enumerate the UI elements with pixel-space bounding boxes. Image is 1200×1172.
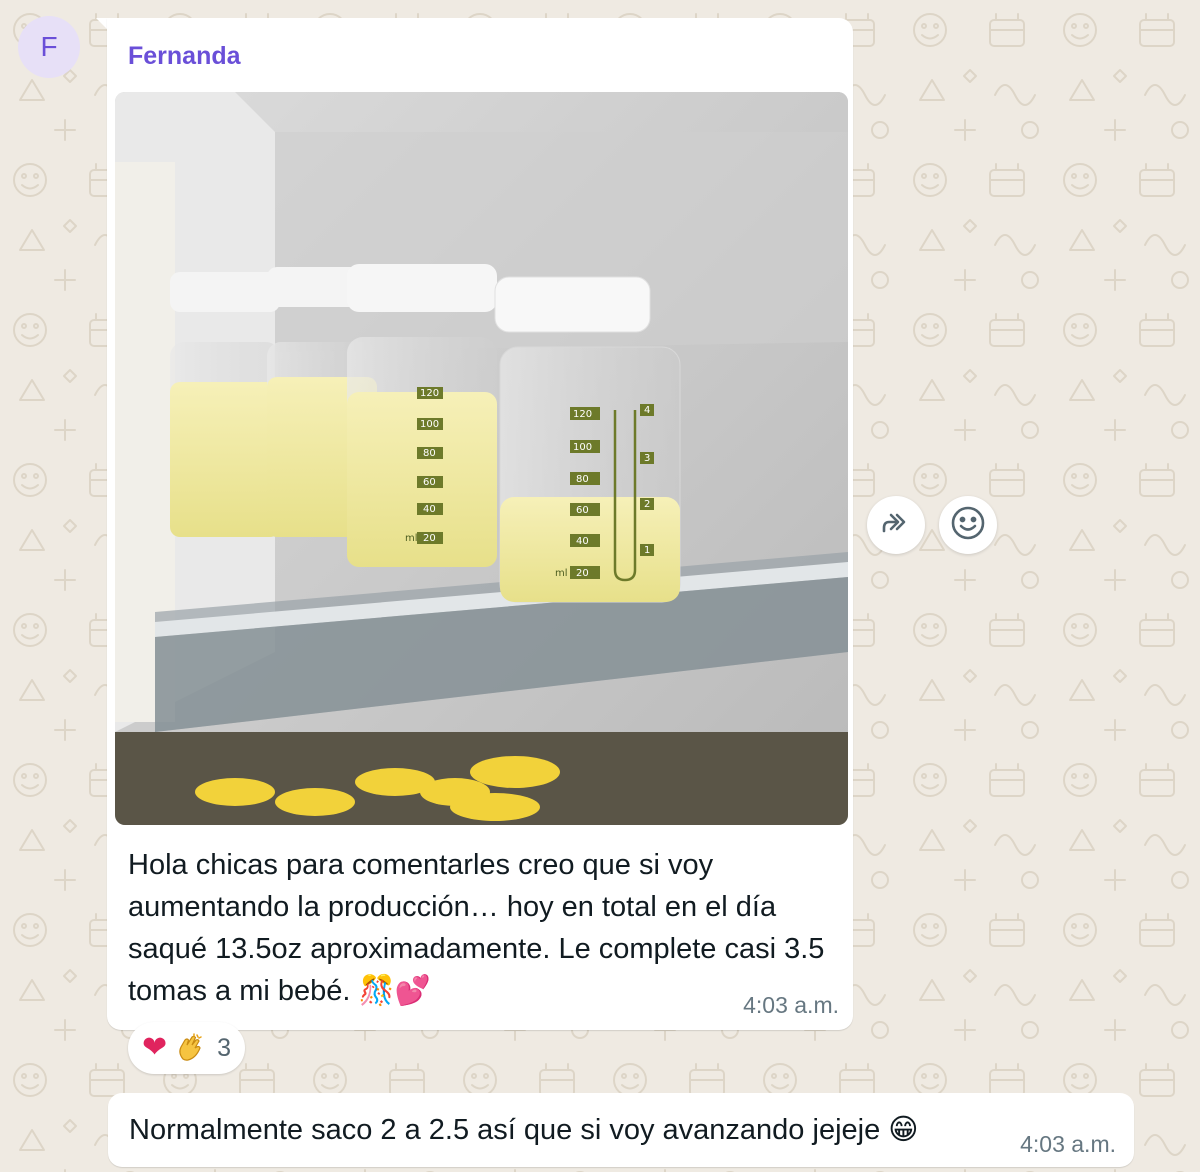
svg-text:2: 2 [644,499,650,510]
svg-text:20: 20 [576,568,589,579]
svg-text:80: 80 [423,448,436,459]
svg-text:80: 80 [576,474,589,485]
reaction-count: 3 [217,1033,232,1062]
svg-text:40: 40 [576,536,589,547]
photo-fridge-bottles: 120 100 80 60 40 20 ml 120 100 80 60 40 … [115,92,848,825]
message-text: Normalmente saco 2 a 2.5 así que si voy … [129,1114,919,1146]
svg-text:40: 40 [423,504,436,515]
svg-text:4: 4 [644,405,650,416]
svg-text:120: 120 [573,409,592,420]
smiley-icon [950,505,986,546]
svg-text:ml: ml [405,533,418,544]
message-bubble-text[interactable]: Normalmente saco 2 a 2.5 así que si voy … [108,1093,1134,1167]
svg-text:20: 20 [423,533,436,544]
svg-text:3: 3 [644,453,650,464]
forward-button[interactable] [867,496,925,554]
message-bubble-photo[interactable]: Fernanda 120 100 80 60 40 20 ml 120 100 … [107,18,853,1030]
message-timestamp: 4:03 a.m. [1020,1131,1116,1157]
sender-name[interactable]: Fernanda [128,42,241,71]
svg-text:1: 1 [644,545,650,556]
svg-text:ml: ml [555,568,568,579]
reactions-pill[interactable]: ❤ 3 [128,1022,246,1074]
svg-text:60: 60 [576,505,589,516]
svg-text:60: 60 [423,477,436,488]
svg-text:100: 100 [573,442,592,453]
react-button[interactable] [939,496,997,554]
svg-text:100: 100 [420,419,439,430]
forward-icon [879,506,913,545]
heart-icon: ❤ [142,1031,168,1064]
message-timestamp: 4:03 a.m. [743,992,839,1018]
clapping-hands-icon [175,1033,205,1063]
sender-avatar[interactable]: F [18,16,80,78]
message-photo[interactable]: 120 100 80 60 40 20 ml 120 100 80 60 40 … [115,92,848,825]
message-caption: Hola chicas para comentarles creo que si… [128,849,825,1007]
svg-text:120: 120 [420,388,439,399]
avatar-letter: F [40,31,58,62]
